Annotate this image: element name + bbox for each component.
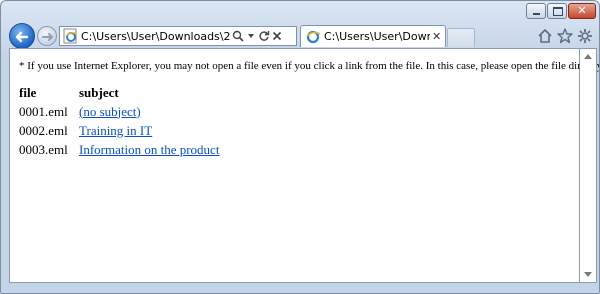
table-row: 0003.eml Information on the product xyxy=(19,140,219,159)
forward-button[interactable] xyxy=(37,26,57,46)
new-tab-button[interactable] xyxy=(447,28,475,47)
stop-icon[interactable] xyxy=(270,28,283,44)
file-name: 0002.eml xyxy=(19,122,68,138)
file-name: 0003.eml xyxy=(19,141,68,157)
tab-active[interactable]: C:\Users\User\Downloads\... ✕ xyxy=(300,25,446,47)
subject-link[interactable]: Information on the product xyxy=(79,142,219,157)
vertical-scrollbar[interactable] xyxy=(580,48,597,283)
forward-arrow-icon xyxy=(42,33,53,41)
refresh-icon[interactable] xyxy=(257,28,270,44)
subject-link[interactable]: (no subject) xyxy=(79,104,141,119)
dropdown-icon[interactable] xyxy=(244,28,257,44)
home-icon[interactable] xyxy=(536,27,554,45)
minimize-button[interactable] xyxy=(526,3,546,19)
subject-link[interactable]: Training in IT xyxy=(79,123,152,138)
address-bar[interactable]: C:\Users\User\Downloads\201104061043- xyxy=(59,26,297,46)
browser-window: ✕ C:\Users\User\Downloads\201104061043- xyxy=(0,0,600,294)
table-row: 0002.eml Training in IT xyxy=(19,121,219,140)
notice-text: * If you use Internet Explorer, you may … xyxy=(19,60,600,72)
back-arrow-icon xyxy=(15,31,29,43)
table-header-row: file subject xyxy=(19,83,219,102)
header-subject: subject xyxy=(79,84,119,100)
address-input[interactable]: C:\Users\User\Downloads\201104061043- xyxy=(81,30,231,43)
search-icon[interactable] xyxy=(231,28,244,44)
close-icon: ✕ xyxy=(577,4,587,17)
favorites-star-icon[interactable] xyxy=(556,27,574,45)
back-button[interactable] xyxy=(9,23,35,49)
tab-title: C:\Users\User\Downloads\... xyxy=(324,30,430,43)
scroll-up-icon[interactable] xyxy=(584,54,592,59)
ie-page-icon xyxy=(306,30,321,43)
tab-close-icon[interactable]: ✕ xyxy=(432,30,441,43)
file-name: 0001.eml xyxy=(19,103,68,119)
email-table: file subject 0001.eml (no subject) 0002.… xyxy=(19,83,219,159)
maximize-button[interactable] xyxy=(547,3,567,19)
table-row: 0001.eml (no subject) xyxy=(19,102,219,121)
page-content: * If you use Internet Explorer, you may … xyxy=(9,48,599,283)
close-window-button[interactable]: ✕ xyxy=(568,3,596,19)
settings-gear-icon[interactable] xyxy=(576,27,594,45)
header-file: file xyxy=(19,84,37,100)
scroll-down-icon[interactable] xyxy=(584,272,592,277)
ie-page-icon xyxy=(63,28,78,44)
